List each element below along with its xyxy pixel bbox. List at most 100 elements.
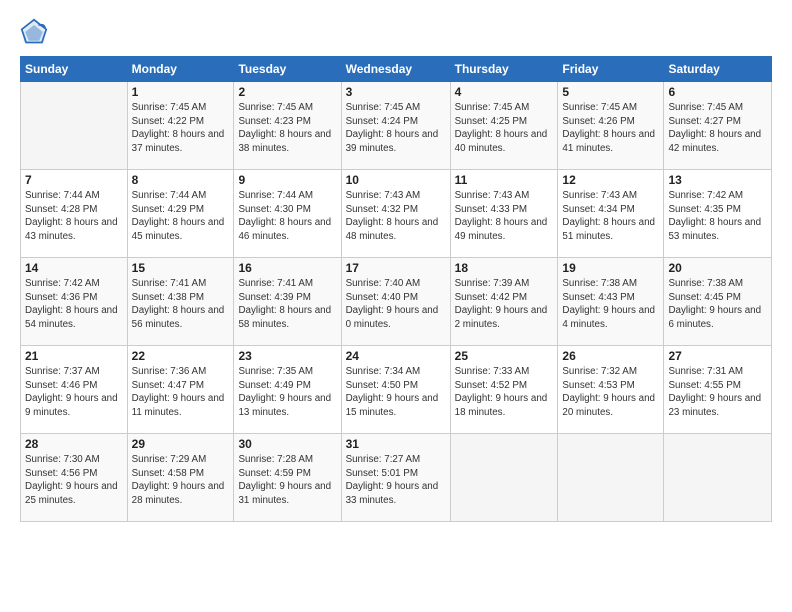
weekday-header-saturday: Saturday [664, 57, 772, 82]
calendar-cell: 8 Sunrise: 7:44 AM Sunset: 4:29 PM Daylig… [127, 170, 234, 258]
calendar-cell: 27 Sunrise: 7:31 AM Sunset: 4:55 PM Dayli… [664, 346, 772, 434]
day-number: 19 [562, 261, 659, 275]
day-number: 12 [562, 173, 659, 187]
day-info: Sunrise: 7:30 AM Sunset: 4:56 PM Dayligh… [25, 453, 123, 508]
day-info: Sunrise: 7:36 AM Sunset: 4:47 PM Dayligh… [132, 365, 230, 420]
calendar-week-5: 28 Sunrise: 7:30 AM Sunset: 4:56 PM Dayli… [21, 434, 772, 522]
calendar-cell: 14 Sunrise: 7:42 AM Sunset: 4:36 PM Dayli… [21, 258, 128, 346]
day-info: Sunrise: 7:44 AM Sunset: 4:29 PM Dayligh… [132, 189, 230, 244]
calendar-week-3: 14 Sunrise: 7:42 AM Sunset: 4:36 PM Dayli… [21, 258, 772, 346]
weekday-header-wednesday: Wednesday [341, 57, 450, 82]
day-number: 3 [346, 85, 446, 99]
day-info: Sunrise: 7:38 AM Sunset: 4:45 PM Dayligh… [668, 277, 767, 332]
day-info: Sunrise: 7:43 AM Sunset: 4:33 PM Dayligh… [455, 189, 554, 244]
calendar-cell: 20 Sunrise: 7:38 AM Sunset: 4:45 PM Dayli… [664, 258, 772, 346]
day-number: 2 [238, 85, 336, 99]
calendar-cell: 17 Sunrise: 7:40 AM Sunset: 4:40 PM Dayli… [341, 258, 450, 346]
day-number: 25 [455, 349, 554, 363]
logo [20, 18, 52, 46]
weekday-header-row: SundayMondayTuesdayWednesdayThursdayFrid… [21, 57, 772, 82]
day-number: 28 [25, 437, 123, 451]
calendar-cell: 26 Sunrise: 7:32 AM Sunset: 4:53 PM Dayli… [558, 346, 664, 434]
day-number: 9 [238, 173, 336, 187]
calendar-cell: 10Sunrise: 7:43 AM Sunset: 4:32 PM Dayli… [341, 170, 450, 258]
day-number: 1 [132, 85, 230, 99]
day-number: 13 [668, 173, 767, 187]
calendar-cell [450, 434, 558, 522]
weekday-header-thursday: Thursday [450, 57, 558, 82]
day-info: Sunrise: 7:45 AM Sunset: 4:25 PM Dayligh… [455, 101, 554, 156]
calendar-cell: 11 Sunrise: 7:43 AM Sunset: 4:33 PM Dayli… [450, 170, 558, 258]
calendar-cell: 9 Sunrise: 7:44 AM Sunset: 4:30 PM Daylig… [234, 170, 341, 258]
calendar-cell: 4 Sunrise: 7:45 AM Sunset: 4:25 PM Daylig… [450, 82, 558, 170]
day-number: 31 [346, 437, 446, 451]
calendar-cell: 19 Sunrise: 7:38 AM Sunset: 4:43 PM Dayli… [558, 258, 664, 346]
day-number: 4 [455, 85, 554, 99]
day-info: Sunrise: 7:38 AM Sunset: 4:43 PM Dayligh… [562, 277, 659, 332]
calendar-cell: 5 Sunrise: 7:45 AM Sunset: 4:26 PM Daylig… [558, 82, 664, 170]
calendar-cell: 18Sunrise: 7:39 AM Sunset: 4:42 PM Dayli… [450, 258, 558, 346]
calendar-cell: 3Sunrise: 7:45 AM Sunset: 4:24 PM Daylig… [341, 82, 450, 170]
day-info: Sunrise: 7:45 AM Sunset: 4:27 PM Dayligh… [668, 101, 767, 156]
calendar-cell [664, 434, 772, 522]
calendar-week-2: 7Sunrise: 7:44 AM Sunset: 4:28 PM Daylig… [21, 170, 772, 258]
day-info: Sunrise: 7:31 AM Sunset: 4:55 PM Dayligh… [668, 365, 767, 420]
day-info: Sunrise: 7:45 AM Sunset: 4:22 PM Dayligh… [132, 101, 230, 156]
day-info: Sunrise: 7:40 AM Sunset: 4:40 PM Dayligh… [346, 277, 446, 332]
day-number: 11 [455, 173, 554, 187]
day-info: Sunrise: 7:43 AM Sunset: 4:32 PM Dayligh… [346, 189, 446, 244]
calendar-cell: 21 Sunrise: 7:37 AM Sunset: 4:46 PM Dayli… [21, 346, 128, 434]
calendar-table: SundayMondayTuesdayWednesdayThursdayFrid… [20, 56, 772, 522]
day-info: Sunrise: 7:35 AM Sunset: 4:49 PM Dayligh… [238, 365, 336, 420]
calendar-week-4: 21 Sunrise: 7:37 AM Sunset: 4:46 PM Dayli… [21, 346, 772, 434]
day-info: Sunrise: 7:28 AM Sunset: 4:59 PM Dayligh… [238, 453, 336, 508]
day-number: 30 [238, 437, 336, 451]
day-info: Sunrise: 7:37 AM Sunset: 4:46 PM Dayligh… [25, 365, 123, 420]
day-info: Sunrise: 7:45 AM Sunset: 4:26 PM Dayligh… [562, 101, 659, 156]
day-info: Sunrise: 7:44 AM Sunset: 4:30 PM Dayligh… [238, 189, 336, 244]
calendar-cell: 29 Sunrise: 7:29 AM Sunset: 4:58 PM Dayli… [127, 434, 234, 522]
logo-icon [20, 18, 48, 46]
calendar-cell: 2Sunrise: 7:45 AM Sunset: 4:23 PM Daylig… [234, 82, 341, 170]
weekday-header-tuesday: Tuesday [234, 57, 341, 82]
day-number: 27 [668, 349, 767, 363]
day-number: 5 [562, 85, 659, 99]
calendar-cell: 13Sunrise: 7:42 AM Sunset: 4:35 PM Dayli… [664, 170, 772, 258]
day-number: 23 [238, 349, 336, 363]
calendar-cell: 6 Sunrise: 7:45 AM Sunset: 4:27 PM Daylig… [664, 82, 772, 170]
calendar-cell: 25Sunrise: 7:33 AM Sunset: 4:52 PM Dayli… [450, 346, 558, 434]
day-number: 14 [25, 261, 123, 275]
day-number: 17 [346, 261, 446, 275]
calendar-cell [21, 82, 128, 170]
day-number: 15 [132, 261, 230, 275]
day-number: 18 [455, 261, 554, 275]
calendar-cell: 7Sunrise: 7:44 AM Sunset: 4:28 PM Daylig… [21, 170, 128, 258]
day-info: Sunrise: 7:44 AM Sunset: 4:28 PM Dayligh… [25, 189, 123, 244]
day-info: Sunrise: 7:41 AM Sunset: 4:39 PM Dayligh… [238, 277, 336, 332]
calendar-cell: 23 Sunrise: 7:35 AM Sunset: 4:49 PM Dayli… [234, 346, 341, 434]
day-number: 26 [562, 349, 659, 363]
day-number: 8 [132, 173, 230, 187]
day-number: 29 [132, 437, 230, 451]
day-number: 22 [132, 349, 230, 363]
day-info: Sunrise: 7:43 AM Sunset: 4:34 PM Dayligh… [562, 189, 659, 244]
page: SundayMondayTuesdayWednesdayThursdayFrid… [0, 0, 792, 612]
calendar-cell: 15 Sunrise: 7:41 AM Sunset: 4:38 PM Dayli… [127, 258, 234, 346]
weekday-header-friday: Friday [558, 57, 664, 82]
calendar-cell: 22 Sunrise: 7:36 AM Sunset: 4:47 PM Dayli… [127, 346, 234, 434]
calendar-cell: 28 Sunrise: 7:30 AM Sunset: 4:56 PM Dayli… [21, 434, 128, 522]
weekday-header-sunday: Sunday [21, 57, 128, 82]
header [20, 18, 772, 46]
calendar-week-1: 1 Sunrise: 7:45 AM Sunset: 4:22 PM Daylig… [21, 82, 772, 170]
calendar-cell [558, 434, 664, 522]
day-number: 21 [25, 349, 123, 363]
day-number: 24 [346, 349, 446, 363]
day-info: Sunrise: 7:41 AM Sunset: 4:38 PM Dayligh… [132, 277, 230, 332]
day-info: Sunrise: 7:42 AM Sunset: 4:36 PM Dayligh… [25, 277, 123, 332]
day-info: Sunrise: 7:34 AM Sunset: 4:50 PM Dayligh… [346, 365, 446, 420]
day-number: 20 [668, 261, 767, 275]
calendar-cell: 16Sunrise: 7:41 AM Sunset: 4:39 PM Dayli… [234, 258, 341, 346]
day-info: Sunrise: 7:29 AM Sunset: 4:58 PM Dayligh… [132, 453, 230, 508]
day-number: 6 [668, 85, 767, 99]
day-info: Sunrise: 7:32 AM Sunset: 4:53 PM Dayligh… [562, 365, 659, 420]
